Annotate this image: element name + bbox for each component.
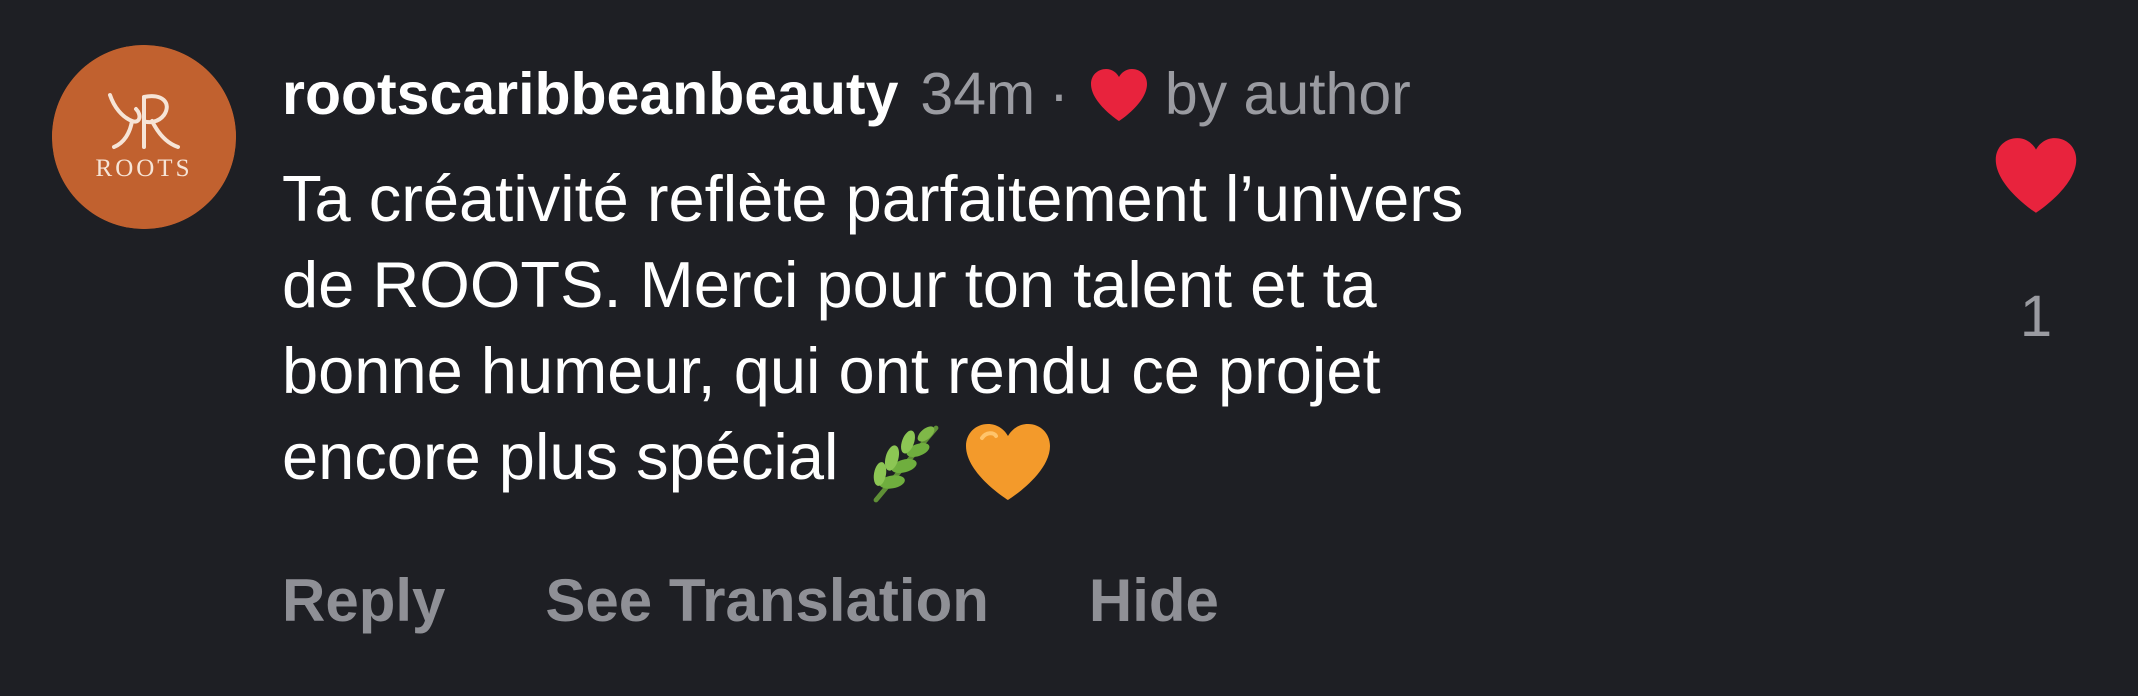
avatar[interactable]: ROOTS (52, 45, 236, 229)
herb-emoji (874, 425, 939, 503)
emoji-group (860, 416, 1054, 508)
comment-line-text: encore plus spécial (282, 420, 839, 493)
timestamp: 34m (920, 61, 1036, 127)
separator-dot: · (1049, 61, 1069, 127)
like-count[interactable]: 1 (1990, 283, 2082, 350)
hide-button[interactable]: Hide (1089, 566, 1219, 635)
comment-line: de ROOTS. Merci pour ton talent et ta (282, 248, 1377, 321)
by-author-label: by author (1164, 61, 1411, 127)
comment-text: Ta créativité reflète parfaitement l’uni… (282, 156, 1882, 503)
reply-button[interactable]: Reply (282, 566, 445, 635)
heart-icon (1995, 138, 2077, 213)
avatar-logo-label: ROOTS (95, 155, 193, 182)
comment-line: bonne humeur, qui ont rendu ce projet (282, 334, 1381, 407)
orange-heart-emoji (966, 423, 1051, 500)
roots-logo-icon (52, 45, 236, 229)
red-heart-icon (1087, 65, 1151, 123)
comment-line-last: encore plus spécial (282, 414, 1882, 503)
like-button[interactable] (1990, 132, 2082, 216)
comment-actions: Reply See Translation Hide (282, 560, 1219, 640)
see-translation-button[interactable]: See Translation (545, 566, 989, 635)
username[interactable]: rootscaribbeanbeauty (282, 60, 898, 128)
comment-header: rootscaribbeanbeauty 34m · by author (282, 54, 1411, 134)
comment-line: Ta créativité reflète parfaitement l’uni… (282, 162, 1464, 235)
